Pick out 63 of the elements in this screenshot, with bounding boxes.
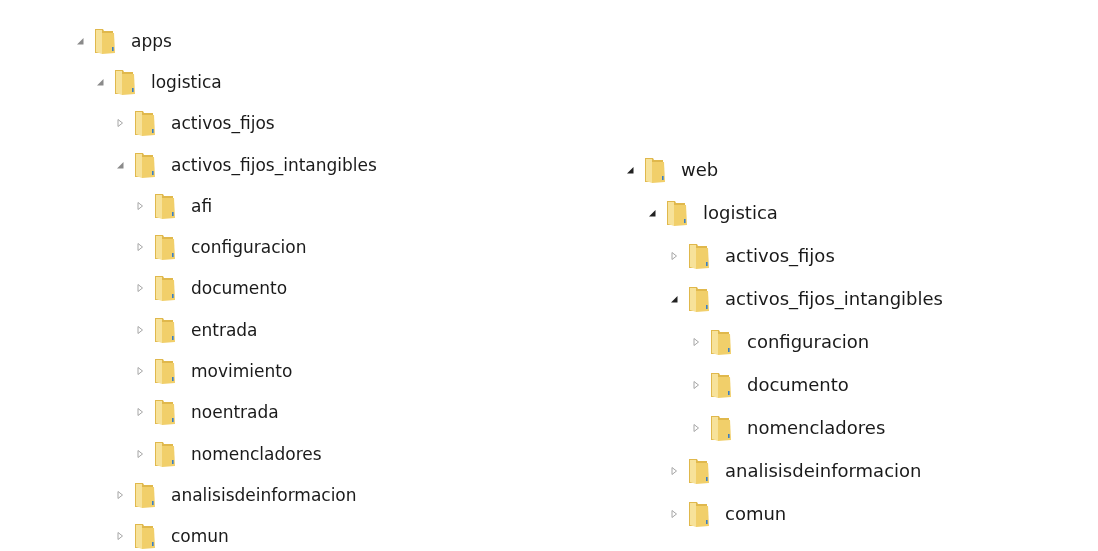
folder-icon <box>153 315 177 344</box>
folder-icon <box>687 499 711 528</box>
folder-label[interactable]: configuracion <box>747 331 870 352</box>
folder-icon <box>113 67 137 96</box>
collapsed-arrow-icon[interactable] <box>115 531 125 542</box>
collapsed-arrow-icon[interactable] <box>669 465 679 476</box>
folder-label[interactable]: configuracion <box>191 237 307 258</box>
folder-label[interactable]: logistica <box>703 202 778 223</box>
collapsed-arrow-icon[interactable] <box>691 422 701 433</box>
folder-label[interactable]: activos_fijos <box>725 245 835 266</box>
expanded-arrow-icon[interactable] <box>647 207 657 218</box>
folder-icon <box>153 357 177 385</box>
folder-icon <box>133 522 157 551</box>
folder-icon <box>709 413 733 442</box>
folder-label[interactable]: comun <box>171 526 229 547</box>
folder-label[interactable]: analisisdeinformacion <box>725 460 922 481</box>
collapsed-arrow-icon[interactable] <box>669 250 679 261</box>
folder-label[interactable]: logistica <box>151 71 222 92</box>
folder-label[interactable]: entrada <box>191 319 258 340</box>
folder-label[interactable]: comun <box>725 503 787 524</box>
folder-label[interactable]: noentrada <box>191 402 279 423</box>
collapsed-arrow-icon[interactable] <box>691 336 701 347</box>
folder-icon <box>643 155 667 184</box>
folder-icon <box>709 370 733 399</box>
folder-icon <box>133 150 157 179</box>
collapsed-arrow-icon[interactable] <box>135 366 145 376</box>
folder-label[interactable]: activos_fijos_intangibles <box>725 288 943 309</box>
collapsed-arrow-icon[interactable] <box>135 324 145 335</box>
folder-icon <box>153 274 177 303</box>
folder-icon <box>133 109 157 138</box>
folder-label[interactable]: analisisdeinformacion <box>171 484 357 505</box>
folder-label[interactable]: activos_fijos <box>171 113 275 134</box>
collapsed-arrow-icon[interactable] <box>135 448 145 459</box>
folder-icon <box>153 439 177 468</box>
folder-label[interactable]: apps <box>131 30 172 51</box>
folder-label[interactable]: web <box>681 159 719 180</box>
collapsed-arrow-icon[interactable] <box>135 283 145 294</box>
folder-label[interactable]: afi <box>191 195 213 216</box>
expanded-arrow-icon[interactable] <box>625 164 635 175</box>
collapsed-arrow-icon[interactable] <box>135 407 145 418</box>
folder-label[interactable]: documento <box>747 374 849 395</box>
folder-icon <box>93 26 117 55</box>
folder-icon <box>153 233 177 262</box>
folder-label[interactable]: activos_fijos_intangibles <box>171 154 377 175</box>
folder-icon <box>133 480 157 509</box>
folder-icon <box>709 327 733 356</box>
folder-label[interactable]: documento <box>191 278 288 299</box>
collapsed-arrow-icon[interactable] <box>115 489 125 500</box>
collapsed-arrow-icon[interactable] <box>135 242 145 253</box>
collapsed-arrow-icon[interactable] <box>115 118 125 129</box>
folder-label[interactable]: nomencladores <box>191 443 322 464</box>
folder-icon <box>153 191 177 220</box>
folder-icon <box>687 456 711 485</box>
collapsed-arrow-icon[interactable] <box>691 379 701 390</box>
folder-icon <box>665 198 689 227</box>
folder-icon <box>687 284 711 313</box>
folder-label[interactable]: nomencladores <box>747 417 886 438</box>
collapsed-arrow-icon[interactable] <box>669 508 679 519</box>
folder-icon <box>153 398 177 427</box>
collapsed-arrow-icon[interactable] <box>135 200 145 211</box>
expanded-arrow-icon[interactable] <box>669 293 679 304</box>
folder-label[interactable]: movimiento <box>191 361 293 381</box>
folder-icon <box>687 241 711 270</box>
